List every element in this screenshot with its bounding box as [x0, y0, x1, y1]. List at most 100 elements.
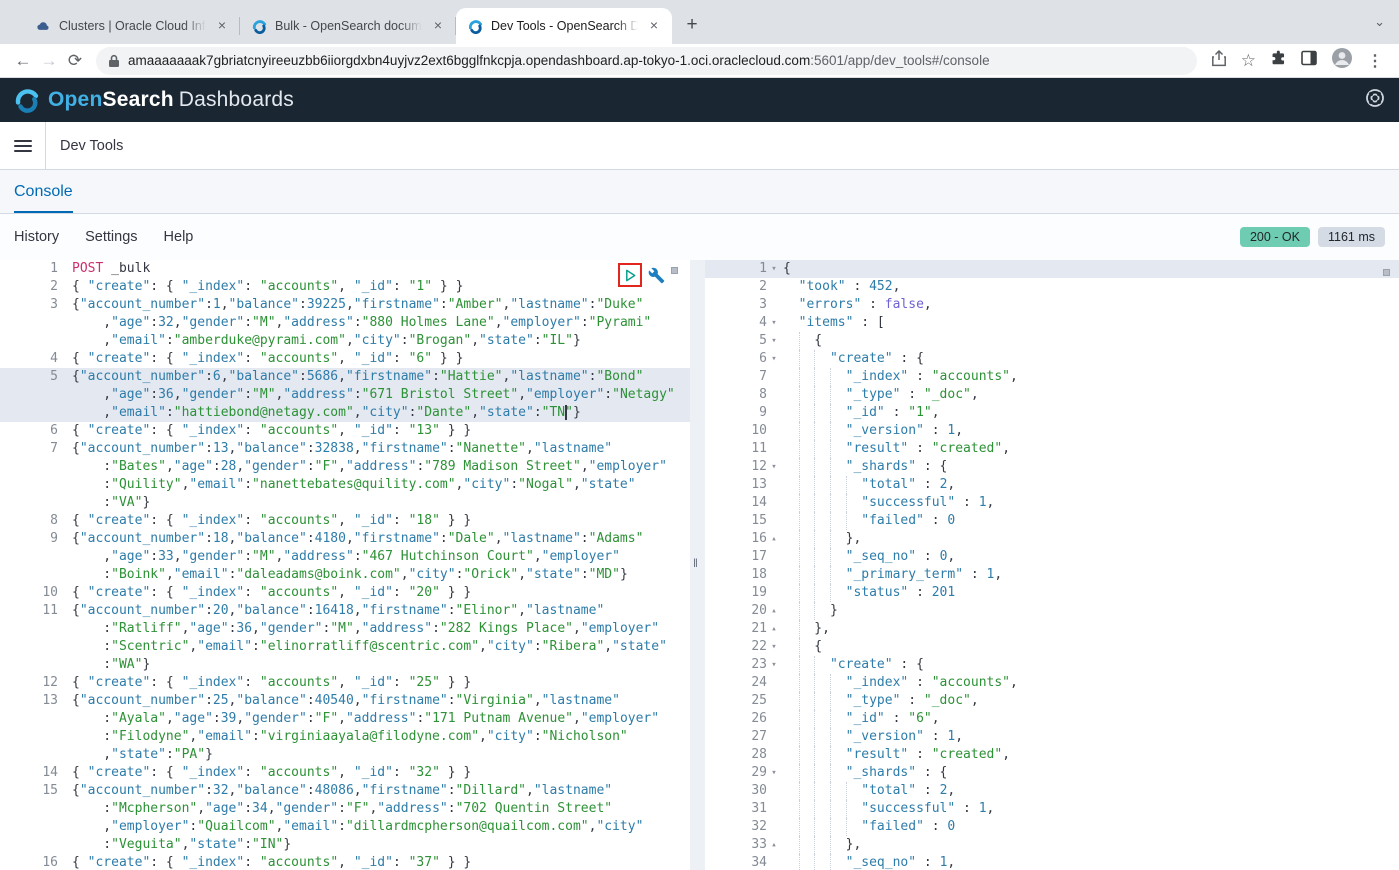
- help-icon[interactable]: [1365, 88, 1385, 113]
- extensions-icon[interactable]: [1270, 50, 1287, 72]
- request-line: 10{ "create": { "_index": "accounts", "_…: [0, 584, 690, 602]
- response-line: 25 "_type" : "_doc",: [705, 692, 1399, 710]
- response-line: 26 "_id" : "6",: [705, 710, 1399, 728]
- fold-spacer: [767, 512, 781, 530]
- opensearch-favicon: [468, 19, 483, 34]
- request-line: :"VA"}: [0, 494, 690, 512]
- browser-tab-2[interactable]: Bulk - OpenSearch documenta ×: [240, 8, 456, 44]
- response-line: 16▴ },: [705, 530, 1399, 548]
- fold-spacer: [767, 674, 781, 692]
- browser-tab-strip: Clusters | Oracle Cloud Infrastr×Bulk - …: [0, 0, 1399, 44]
- response-line: 4▾ "items" : [: [705, 314, 1399, 332]
- tab-close-icon[interactable]: ×: [646, 18, 662, 34]
- response-line: 17 "_seq_no" : 0,: [705, 548, 1399, 566]
- fold-close-icon[interactable]: ▴: [767, 530, 781, 548]
- fold-spacer: [767, 710, 781, 728]
- request-wrench-icon[interactable]: [648, 267, 665, 284]
- address-bar[interactable]: amaaaaaaak7gbriatcnyireeuzbb6iiorgdxbn4u…: [96, 47, 1197, 75]
- osd-header: OpenSearchDashboards: [0, 78, 1399, 122]
- menu-hamburger-icon[interactable]: [0, 122, 46, 169]
- response-grip-icon: [1383, 269, 1390, 276]
- fold-spacer: [767, 476, 781, 494]
- fold-spacer: [767, 692, 781, 710]
- response-line: 32 "failed" : 0: [705, 818, 1399, 836]
- request-editor[interactable]: 1POST _bulk2{ "create": { "_index": "acc…: [0, 260, 690, 870]
- request-line: ,"email":"amberduke@pyrami.com","city":"…: [0, 332, 690, 350]
- reload-button[interactable]: ⟳: [62, 51, 88, 71]
- splitter-grip-icon[interactable]: ‖: [693, 556, 698, 570]
- response-line: 15 "failed" : 0: [705, 512, 1399, 530]
- bookmark-star-icon[interactable]: ☆: [1241, 51, 1256, 71]
- fold-spacer: [767, 746, 781, 764]
- fold-close-icon[interactable]: ▴: [767, 602, 781, 620]
- send-request-play-icon[interactable]: [624, 269, 637, 282]
- tab-search-chevron-icon[interactable]: ⌄: [1374, 14, 1385, 30]
- back-button[interactable]: ←: [10, 51, 36, 71]
- request-line: :"Quility","email":"nanettebates@quility…: [0, 476, 690, 494]
- browser-tab-1[interactable]: Clusters | Oracle Cloud Infrastr ×: [24, 8, 240, 44]
- response-line: 7 "_index" : "accounts",: [705, 368, 1399, 386]
- text-cursor: [565, 405, 567, 420]
- opensearch-logo[interactable]: OpenSearchDashboards: [14, 87, 294, 113]
- tab-close-icon[interactable]: ×: [430, 18, 446, 34]
- panel-splitter[interactable]: ‖: [690, 260, 705, 870]
- fold-spacer: [767, 422, 781, 440]
- fold-spacer: [767, 782, 781, 800]
- fold-spacer: [767, 440, 781, 458]
- tab-title: Bulk - OpenSearch documenta: [275, 19, 422, 33]
- menu-item-history[interactable]: History: [14, 229, 59, 245]
- response-viewer[interactable]: 1▾{2 "took" : 452,3 "errors" : false,4▾ …: [705, 260, 1399, 870]
- request-line: ,"age":33,"gender":"M","address":"467 Hu…: [0, 548, 690, 566]
- profile-avatar[interactable]: [1331, 47, 1353, 74]
- tab-close-icon[interactable]: ×: [214, 18, 230, 34]
- tab-title: Clusters | Oracle Cloud Infrastr: [59, 19, 206, 33]
- side-panel-icon[interactable]: [1301, 50, 1317, 71]
- fold-spacer: [767, 296, 781, 314]
- request-line: 8{ "create": { "_index": "accounts", "_i…: [0, 512, 690, 530]
- response-line: 2 "took" : 452,: [705, 278, 1399, 296]
- fold-open-icon[interactable]: ▾: [767, 458, 781, 476]
- request-line: 9{"account_number":18,"balance":4180,"fi…: [0, 530, 690, 548]
- request-line: 5{"account_number":6,"balance":5686,"fir…: [0, 368, 690, 386]
- request-line: ,"state":"PA"}: [0, 746, 690, 764]
- url-text: amaaaaaaak7gbriatcnyireeuzbb6iiorgdxbn4u…: [128, 53, 990, 68]
- fold-close-icon[interactable]: ▴: [767, 620, 781, 638]
- fold-open-icon[interactable]: ▾: [767, 350, 781, 368]
- new-tab-button[interactable]: +: [678, 12, 706, 40]
- menu-item-help[interactable]: Help: [164, 229, 194, 245]
- fold-open-icon[interactable]: ▾: [767, 260, 781, 278]
- request-line: ,"employer":"Quailcom","email":"dillardm…: [0, 818, 690, 836]
- response-line: 27 "_version" : 1,: [705, 728, 1399, 746]
- request-line: 13{"account_number":25,"balance":40540,"…: [0, 692, 690, 710]
- browser-menu-icon[interactable]: ⋮: [1367, 51, 1383, 71]
- fold-open-icon[interactable]: ▾: [767, 638, 781, 656]
- tab-console[interactable]: Console: [14, 183, 73, 213]
- forward-button[interactable]: →: [36, 51, 62, 71]
- fold-spacer: [767, 800, 781, 818]
- request-line: 15{"account_number":32,"balance":48086,"…: [0, 782, 690, 800]
- request-line: 7{"account_number":13,"balance":32838,"f…: [0, 440, 690, 458]
- response-line: 34 "_seq_no" : 1,: [705, 854, 1399, 870]
- app-nav-bar: Dev Tools: [0, 122, 1399, 170]
- fold-open-icon[interactable]: ▾: [767, 656, 781, 674]
- fold-open-icon[interactable]: ▾: [767, 332, 781, 350]
- request-line: ,"email":"hattiebond@netagy.com","city":…: [0, 404, 690, 422]
- fold-close-icon[interactable]: ▴: [767, 836, 781, 854]
- lock-icon[interactable]: [108, 54, 120, 68]
- request-line: 4{ "create": { "_index": "accounts", "_i…: [0, 350, 690, 368]
- opensearch-logo-icon: [14, 87, 40, 113]
- breadcrumb: Dev Tools: [60, 138, 123, 154]
- request-line: :"Ratliff","age":36,"gender":"M","addres…: [0, 620, 690, 638]
- request-line: 12{ "create": { "_index": "accounts", "_…: [0, 674, 690, 692]
- response-line: 10 "_version" : 1,: [705, 422, 1399, 440]
- menu-item-settings[interactable]: Settings: [85, 229, 137, 245]
- fold-open-icon[interactable]: ▾: [767, 764, 781, 782]
- request-line: 6{ "create": { "_index": "accounts", "_i…: [0, 422, 690, 440]
- brand-text: OpenSearchDashboards: [48, 88, 294, 112]
- request-line: :"Bates","age":28,"gender":"F","address"…: [0, 458, 690, 476]
- browser-tab-3[interactable]: Dev Tools - OpenSearch Dashb×: [456, 8, 672, 44]
- fold-spacer: [767, 404, 781, 422]
- share-icon[interactable]: [1211, 50, 1227, 72]
- fold-open-icon[interactable]: ▾: [767, 314, 781, 332]
- response-line: 29▾ "_shards" : {: [705, 764, 1399, 782]
